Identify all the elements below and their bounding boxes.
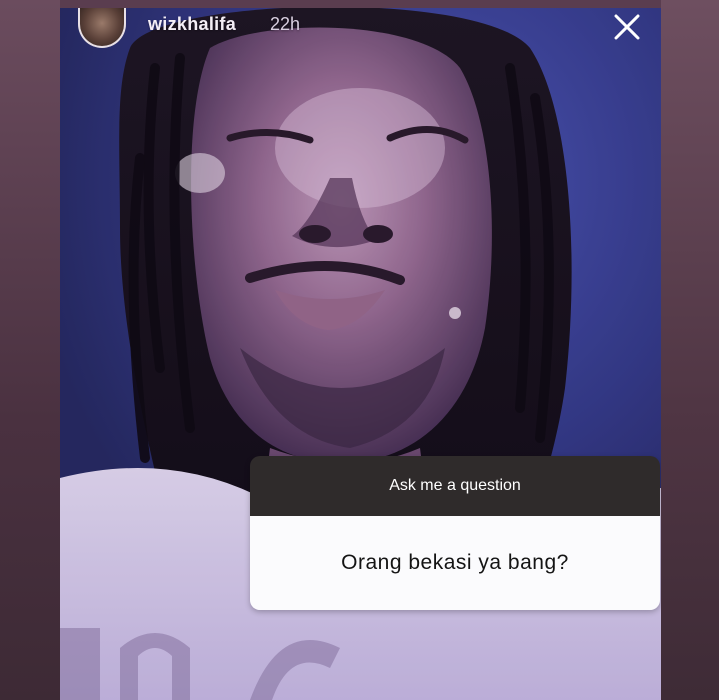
profile-avatar[interactable] [78, 8, 126, 48]
blurred-right-margin [661, 0, 719, 700]
story-header: wizkhalifa 22h [60, 8, 661, 48]
close-icon[interactable] [610, 10, 644, 44]
blurred-left-margin [0, 0, 60, 700]
story-timestamp: 22h [270, 14, 301, 34]
question-prompt: Ask me a question [250, 456, 660, 516]
screenshot-frame: wizkhalifa 22h Ask me a question Orang b… [0, 0, 719, 700]
username[interactable]: wizkhalifa [148, 14, 236, 35]
instagram-story[interactable]: wizkhalifa 22h Ask me a question Orang b… [60, 8, 661, 700]
question-sticker[interactable]: Ask me a question Orang bekasi ya bang? [250, 456, 660, 610]
question-answer: Orang bekasi ya bang? [250, 516, 660, 610]
